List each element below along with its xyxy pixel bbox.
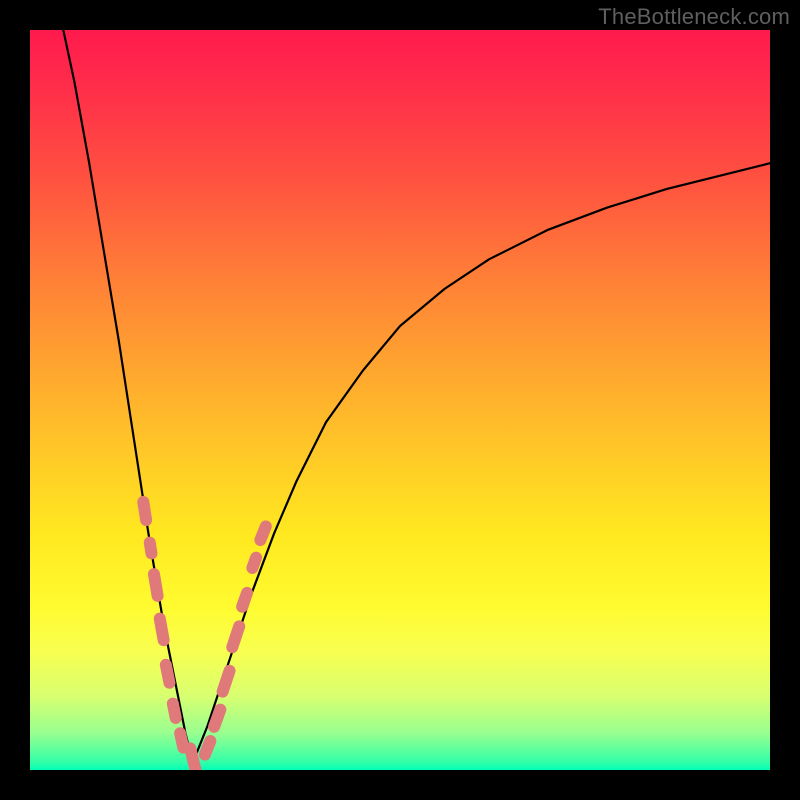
curve-left-branch — [63, 30, 193, 763]
watermark-text: TheBottleneck.com — [598, 4, 790, 30]
marker-segment — [205, 741, 210, 755]
marker-segment — [252, 558, 256, 568]
marker-segment — [223, 671, 230, 692]
plot-area — [30, 30, 770, 770]
marker-segment — [160, 619, 164, 641]
marker-segment — [166, 665, 170, 683]
marker-segment — [232, 626, 239, 647]
chart-svg — [30, 30, 770, 770]
outer-frame: TheBottleneck.com — [0, 0, 800, 800]
marker-segment — [260, 526, 265, 540]
marker-segment — [150, 543, 152, 554]
marker-segment — [143, 502, 146, 520]
marker-segment — [154, 574, 158, 596]
marker-segment — [242, 593, 247, 607]
marker-segment — [173, 704, 176, 718]
curve-right-branch — [193, 163, 770, 762]
marker-segment — [190, 748, 195, 769]
marker-segment — [214, 710, 220, 727]
marker-group — [143, 502, 266, 770]
marker-segment — [180, 733, 183, 747]
